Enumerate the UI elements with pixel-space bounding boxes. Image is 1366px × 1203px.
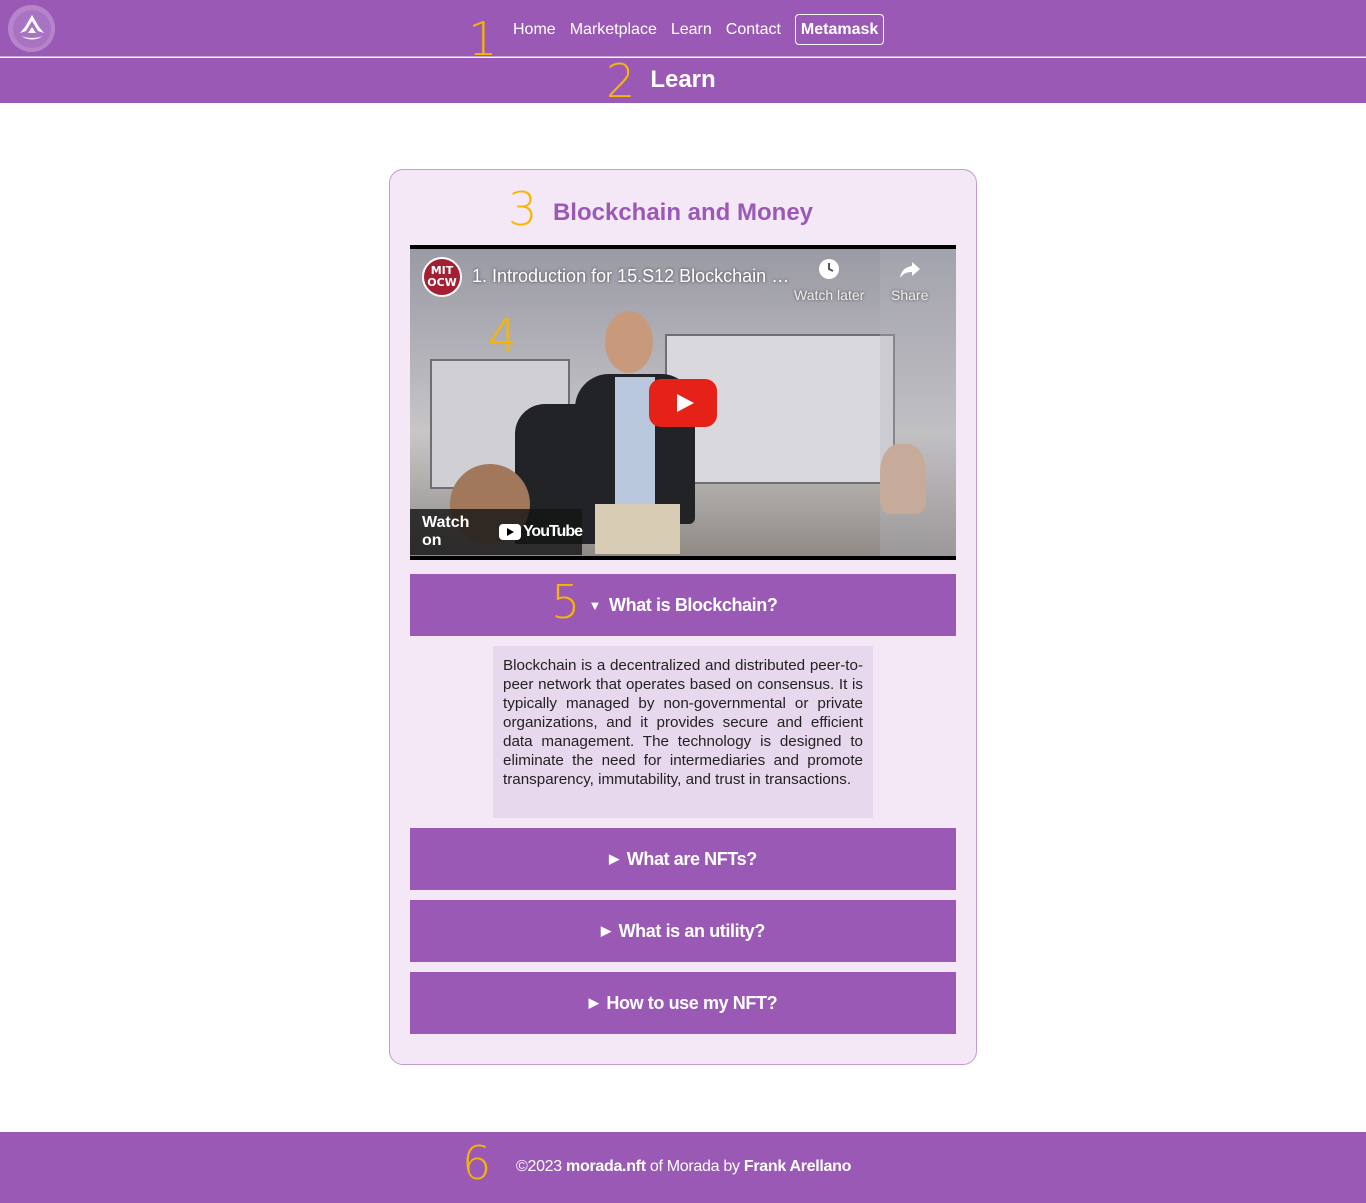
channel-avatar[interactable]: MIT OCW [422, 257, 462, 297]
faq-what-are-nfts[interactable]: ▶ What are NFTs? [410, 828, 956, 890]
share-button[interactable]: Share [891, 257, 928, 303]
footer-text: ©2023 morada.nft of Morada by Frank Arel… [516, 1158, 851, 1176]
annotation-1: 1 [468, 12, 498, 66]
metamask-button[interactable]: Metamask [794, 14, 885, 45]
video-embed[interactable]: MIT OCW 1. Introduction for 15.S12 Block… [410, 245, 956, 560]
faq-question: How to use my NFT? [606, 992, 778, 1013]
nav-marketplace-link[interactable]: Marketplace [570, 15, 657, 45]
nav-contact-link[interactable]: Contact [726, 15, 781, 45]
faq-what-is-utility[interactable]: ▶ What is an utility? [410, 900, 956, 962]
annotation-3: 3 [508, 182, 538, 236]
annotation-5: 5 [551, 575, 581, 629]
faq-how-to-use-nft[interactable]: ▶ How to use my NFT? [410, 972, 956, 1034]
watch-later-button[interactable]: Watch later [794, 257, 864, 303]
chevron-down-icon: ▼ [588, 597, 602, 613]
card-title: Blockchain and Money [552, 199, 814, 226]
youtube-logo-icon: YouTube [498, 523, 583, 541]
annotation-4: 4 [488, 309, 518, 363]
footer-site-link[interactable]: morada.nft [566, 1158, 646, 1175]
chevron-right-icon: ▶ [609, 851, 619, 866]
annotation-2: 2 [606, 54, 636, 108]
page-title: Learn [650, 66, 716, 93]
share-label: Share [891, 287, 929, 303]
footer-middle-text: of Morada by [649, 1158, 740, 1175]
title-bar: Learn [0, 58, 1366, 103]
watch-later-label: Watch later [794, 287, 865, 303]
share-arrow-icon [899, 262, 920, 278]
play-button[interactable] [649, 379, 717, 427]
faq-answer: Blockchain is a decentralized and distri… [493, 646, 873, 818]
footer: ©2023 morada.nft of Morada by Frank Arel… [0, 1132, 1366, 1203]
watch-on-youtube-button[interactable]: Watch on YouTube [410, 509, 583, 555]
footer-author-link[interactable]: Frank Arellano [744, 1158, 852, 1175]
faq-question: What is an utility? [618, 920, 766, 941]
navbar: Home Marketplace Learn Contact Metamask [0, 0, 1366, 57]
morada-logo-icon [12, 9, 51, 48]
nav-home-link[interactable]: Home [513, 15, 556, 45]
youtube-label: YouTube [522, 523, 583, 540]
learn-card: Blockchain and Money MIT OCW 1. Introduc… [389, 169, 977, 1065]
watch-on-label: Watch on [422, 514, 470, 549]
channel-badge-text: MIT OCW [427, 264, 457, 289]
nav-links: Home Marketplace Learn Contact Metamask [513, 14, 885, 45]
clock-icon [819, 259, 840, 279]
footer-copyright: ©2023 [516, 1158, 562, 1175]
logo[interactable] [8, 5, 55, 52]
faq-question: What are NFTs? [626, 848, 757, 869]
chevron-right-icon: ▶ [600, 923, 611, 938]
faq-what-is-blockchain[interactable]: ▼ What is Blockchain? [410, 574, 956, 636]
faq-question: What is Blockchain? [609, 594, 778, 615]
video-title[interactable]: 1. Introduction for 15.S12 Blockchain an… [472, 266, 792, 287]
nav-learn-link[interactable]: Learn [671, 15, 712, 45]
annotation-6: 6 [462, 1136, 492, 1190]
chevron-right-icon: ▶ [588, 995, 599, 1010]
